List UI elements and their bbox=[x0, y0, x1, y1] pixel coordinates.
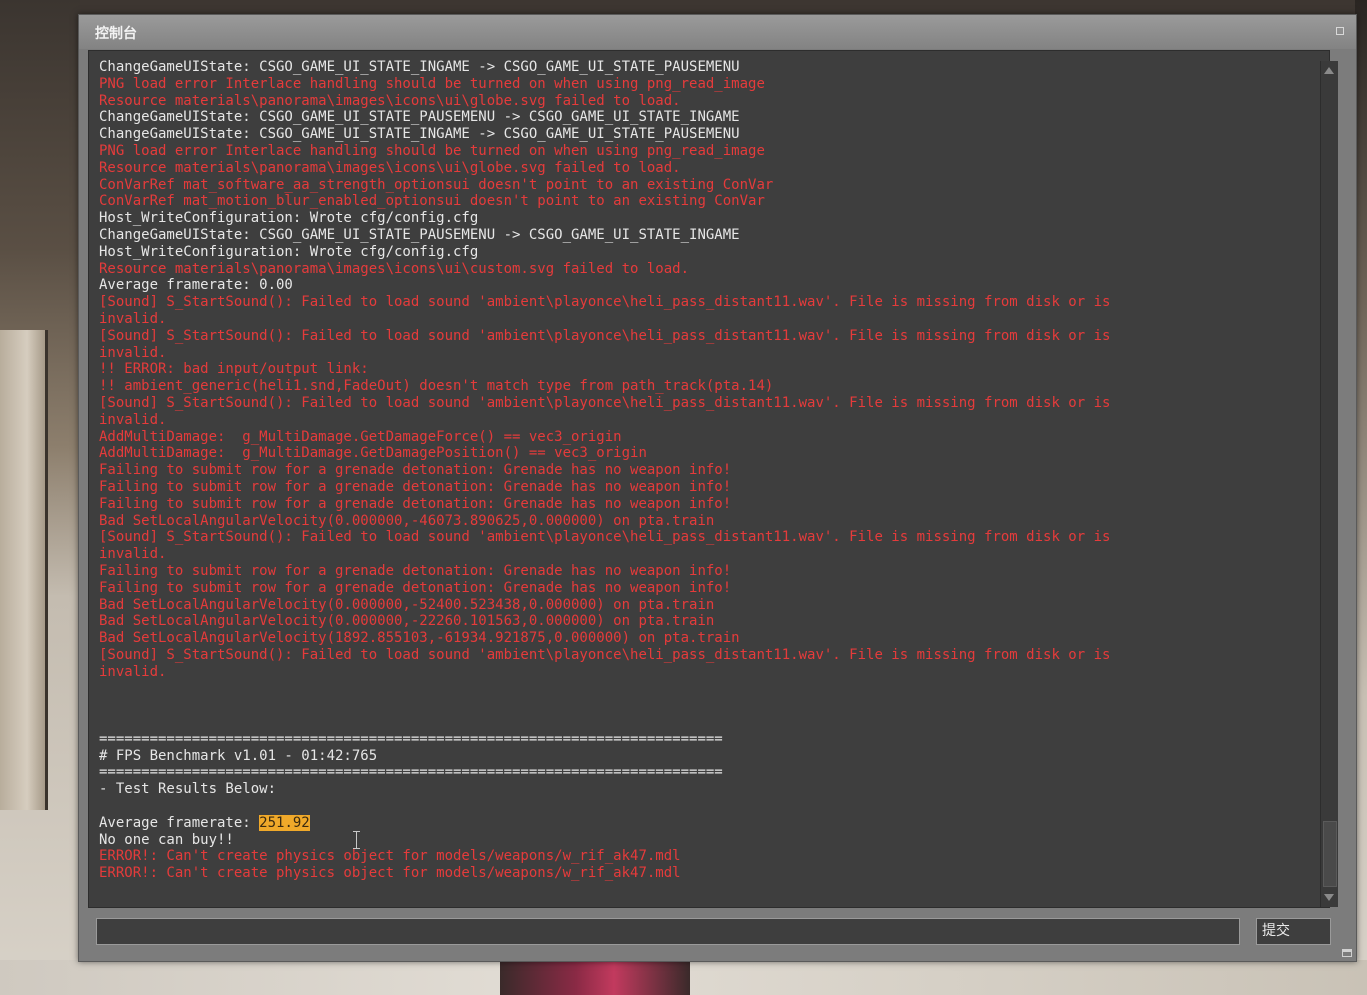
log-line: No one can buy!! bbox=[99, 831, 234, 848]
log-line: !! ERROR: bad input/output link: bbox=[99, 361, 369, 378]
game-background-top bbox=[80, 0, 1360, 14]
log-line: AddMultiDamage: g_MultiDamage.GetDamageF… bbox=[99, 428, 622, 445]
log-line: Bad SetLocalAngularVelocity(1892.855103,… bbox=[99, 630, 740, 647]
log-line: invalid. bbox=[99, 344, 167, 361]
log-line: Average framerate: 251.92 bbox=[99, 814, 310, 831]
submit-button[interactable]: 提交 bbox=[1256, 918, 1331, 945]
log-line: - Test Results Below: bbox=[99, 781, 277, 798]
console-title: 控制台 bbox=[95, 26, 137, 42]
game-background-player bbox=[500, 960, 690, 995]
console-log-lines: ChangeGameUIState: CSGO_GAME_UI_STATE_IN… bbox=[99, 59, 1324, 882]
log-line: ChangeGameUIState: CSGO_GAME_UI_STATE_PA… bbox=[99, 226, 740, 243]
log-line: ========================================… bbox=[99, 730, 723, 747]
log-line: [Sound] S_StartSound(): Failed to load s… bbox=[99, 327, 1111, 344]
log-line: ConVarRef mat_motion_blur_enabled_option… bbox=[99, 193, 765, 210]
log-line: Failing to submit row for a grenade deto… bbox=[99, 562, 732, 579]
log-line: invalid. bbox=[99, 310, 167, 327]
log-line: Failing to submit row for a grenade deto… bbox=[99, 579, 732, 596]
scroll-thumb[interactable] bbox=[1323, 821, 1337, 887]
scroll-down-icon[interactable] bbox=[1324, 894, 1334, 901]
log-line: Bad SetLocalAngularVelocity(0.000000,-46… bbox=[99, 512, 715, 529]
command-input[interactable] bbox=[96, 918, 1240, 945]
log-line: Failing to submit row for a grenade deto… bbox=[99, 495, 732, 512]
text-cursor-icon bbox=[353, 831, 361, 849]
log-line: # FPS Benchmark v1.01 - 01:42:765 bbox=[99, 747, 378, 764]
log-line: PNG load error Interlace handling should… bbox=[99, 142, 765, 159]
console-window: 控制台 ChangeGameUIState: CSGO_GAME_UI_STAT… bbox=[78, 14, 1357, 962]
log-line: Failing to submit row for a grenade deto… bbox=[99, 478, 732, 495]
log-line: ========================================… bbox=[99, 764, 723, 781]
log-line: Resource materials\panorama\images\icons… bbox=[99, 260, 690, 277]
log-line: AddMultiDamage: g_MultiDamage.GetDamageP… bbox=[99, 445, 647, 462]
log-line: Bad SetLocalAngularVelocity(0.000000,-52… bbox=[99, 596, 715, 613]
log-line: [Sound] S_StartSound(): Failed to load s… bbox=[99, 646, 1111, 663]
log-line: ChangeGameUIState: CSGO_GAME_UI_STATE_IN… bbox=[99, 59, 740, 75]
log-line: [Sound] S_StartSound(): Failed to load s… bbox=[99, 529, 1111, 546]
log-scrollbar[interactable] bbox=[1320, 61, 1338, 907]
log-line: Bad SetLocalAngularVelocity(0.000000,-22… bbox=[99, 613, 715, 630]
resize-grip-icon[interactable] bbox=[1342, 949, 1352, 957]
log-line: invalid. bbox=[99, 411, 167, 428]
log-line: ChangeGameUIState: CSGO_GAME_UI_STATE_IN… bbox=[99, 126, 740, 143]
log-line: ConVarRef mat_software_aa_strength_optio… bbox=[99, 176, 774, 193]
framerate-highlight: 251.92 bbox=[259, 814, 310, 831]
maximize-icon[interactable] bbox=[1336, 27, 1344, 35]
log-line: Failing to submit row for a grenade deto… bbox=[99, 462, 732, 479]
console-titlebar[interactable]: 控制台 bbox=[79, 15, 1356, 49]
log-line: [Sound] S_StartSound(): Failed to load s… bbox=[99, 394, 1111, 411]
log-line: ERROR!: Can't create physics object for … bbox=[99, 848, 681, 865]
game-background-pillar bbox=[0, 330, 48, 810]
log-line: invalid. bbox=[99, 663, 167, 680]
log-line: PNG load error Interlace handling should… bbox=[99, 75, 765, 92]
log-line: Average framerate: 0.00 bbox=[99, 277, 293, 294]
log-line: Resource materials\panorama\images\icons… bbox=[99, 159, 681, 176]
log-line: [Sound] S_StartSound(): Failed to load s… bbox=[99, 294, 1111, 311]
log-line: !! ambient_generic(heli1.snd,FadeOut) do… bbox=[99, 378, 774, 395]
log-line: Resource materials\panorama\images\icons… bbox=[99, 92, 681, 109]
log-line: invalid. bbox=[99, 546, 167, 563]
scroll-up-icon[interactable] bbox=[1324, 67, 1334, 74]
log-line: Host_WriteConfiguration: Wrote cfg/confi… bbox=[99, 243, 479, 260]
log-line: ChangeGameUIState: CSGO_GAME_UI_STATE_PA… bbox=[99, 109, 740, 126]
log-line: ERROR!: Can't create physics object for … bbox=[99, 865, 681, 882]
console-log[interactable]: ChangeGameUIState: CSGO_GAME_UI_STATE_IN… bbox=[88, 50, 1330, 908]
log-line: Host_WriteConfiguration: Wrote cfg/confi… bbox=[99, 210, 479, 227]
